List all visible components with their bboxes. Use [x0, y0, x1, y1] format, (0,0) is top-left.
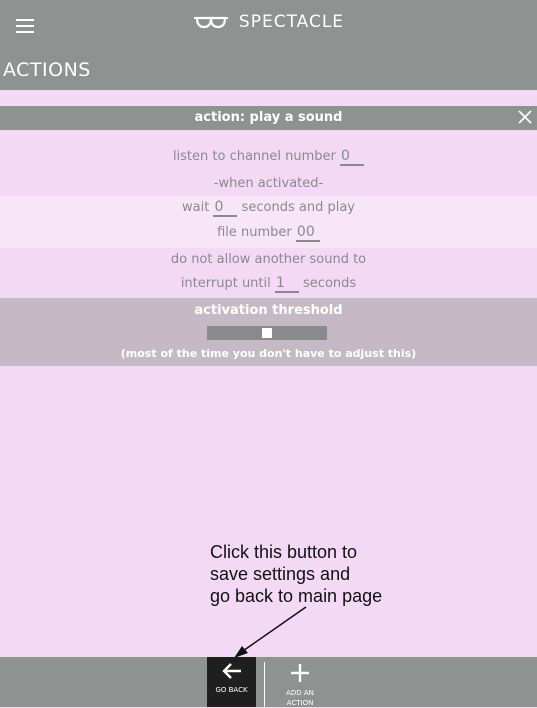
- threshold-hint: (most of the time you don't have to adju…: [120, 347, 417, 360]
- when-activated-label: -when activated-: [213, 176, 324, 191]
- wait-label: wait: [182, 200, 210, 215]
- add-action-label: ADD AN ACTION: [286, 689, 314, 707]
- interrupt-row: interrupt until 1 seconds: [0, 275, 537, 293]
- seconds-and-play-label: seconds and play: [241, 200, 355, 215]
- app-title: SPECTACLE: [238, 12, 345, 32]
- threshold-slider-handle[interactable]: [262, 328, 272, 338]
- bottom-divider: [264, 662, 265, 707]
- file-number-label: file number: [217, 225, 292, 240]
- annotation-text: Click this button to save settings and g…: [210, 542, 383, 606]
- add-action-button[interactable]: ADD AN ACTION: [276, 657, 324, 707]
- channel-row: listen to channel number 0: [0, 148, 537, 166]
- spectacles-logo-icon: [193, 15, 229, 29]
- spacer-strip: [0, 90, 537, 106]
- plus-icon: [291, 664, 309, 682]
- section-title: ACTIONS: [3, 59, 91, 81]
- activation-threshold-panel: activation threshold (most of the time y…: [0, 298, 537, 366]
- app-brand: SPECTACLE: [0, 12, 537, 32]
- top-bar: SPECTACLE ACTIONS: [0, 0, 537, 90]
- channel-label: listen to channel number: [172, 149, 336, 164]
- close-icon[interactable]: [517, 109, 533, 125]
- wait-row: wait 0 seconds and play: [0, 199, 537, 217]
- file-number-input[interactable]: 00: [295, 224, 320, 242]
- arrow-left-icon: [221, 663, 241, 679]
- go-back-button[interactable]: GO BACK: [207, 657, 256, 707]
- annotation-arrow-icon: [234, 606, 307, 658]
- interrupt-until-label: interrupt until: [180, 276, 271, 291]
- action-title: action: play a sound: [194, 110, 343, 125]
- wait-seconds-input[interactable]: 0: [213, 199, 238, 217]
- channel-number-input[interactable]: 0: [340, 148, 365, 166]
- seconds-label: seconds: [303, 276, 357, 291]
- no-interrupt-label: do not allow another sound to: [170, 252, 367, 267]
- go-back-label: GO BACK: [215, 686, 248, 694]
- bottom-bar: GO BACK ADD AN ACTION: [0, 657, 537, 707]
- file-row: file number 00: [0, 224, 537, 242]
- action-header: action: play a sound: [0, 106, 537, 130]
- interrupt-seconds-input[interactable]: 1: [274, 275, 299, 293]
- threshold-slider[interactable]: [207, 326, 327, 340]
- activation-threshold-label: activation threshold: [194, 303, 343, 318]
